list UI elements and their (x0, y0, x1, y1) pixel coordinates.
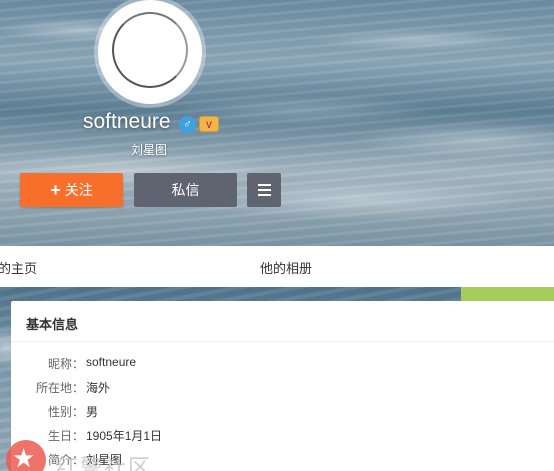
real-name: 刘星图 (131, 143, 168, 157)
avatar[interactable] (98, 0, 202, 104)
divider (11, 341, 554, 342)
avatar-placeholder-icon (112, 12, 188, 88)
private-message-label: 私信 (171, 182, 200, 198)
watermark-text: 红警社区 (56, 455, 153, 471)
info-label: 昵称： (47, 357, 84, 371)
tab-album[interactable]: 他的相册 (260, 258, 312, 277)
hamburger-icon-line (257, 194, 271, 196)
accent-bar (461, 287, 554, 301)
username: softneure (83, 110, 171, 133)
plus-icon: + (50, 180, 61, 200)
private-message-button[interactable]: 私信 (134, 173, 237, 207)
hamburger-icon-line (257, 184, 271, 186)
info-value: 海外 (86, 381, 111, 395)
info-value: 男 (86, 405, 99, 419)
star-logo-icon: ★ (6, 440, 46, 471)
follow-label: 关注 (64, 182, 93, 198)
watermark: ★ 红警社区 (0, 432, 170, 471)
more-menu-button[interactable] (247, 173, 281, 207)
card-title: 基本信息 (26, 317, 79, 332)
male-gender-icon: ♂ (179, 116, 196, 133)
info-label: 性别： (47, 405, 84, 419)
profile-tabs: 的主页 他的相册 (0, 246, 554, 287)
tab-homepage[interactable]: 的主页 (0, 258, 37, 277)
info-value: softneure (86, 355, 137, 369)
info-label: 所在地： (35, 381, 84, 395)
hamburger-icon-line (257, 189, 271, 191)
verified-badge-icon[interactable]: V (199, 116, 219, 132)
follow-button[interactable]: + 关注 (20, 173, 123, 207)
